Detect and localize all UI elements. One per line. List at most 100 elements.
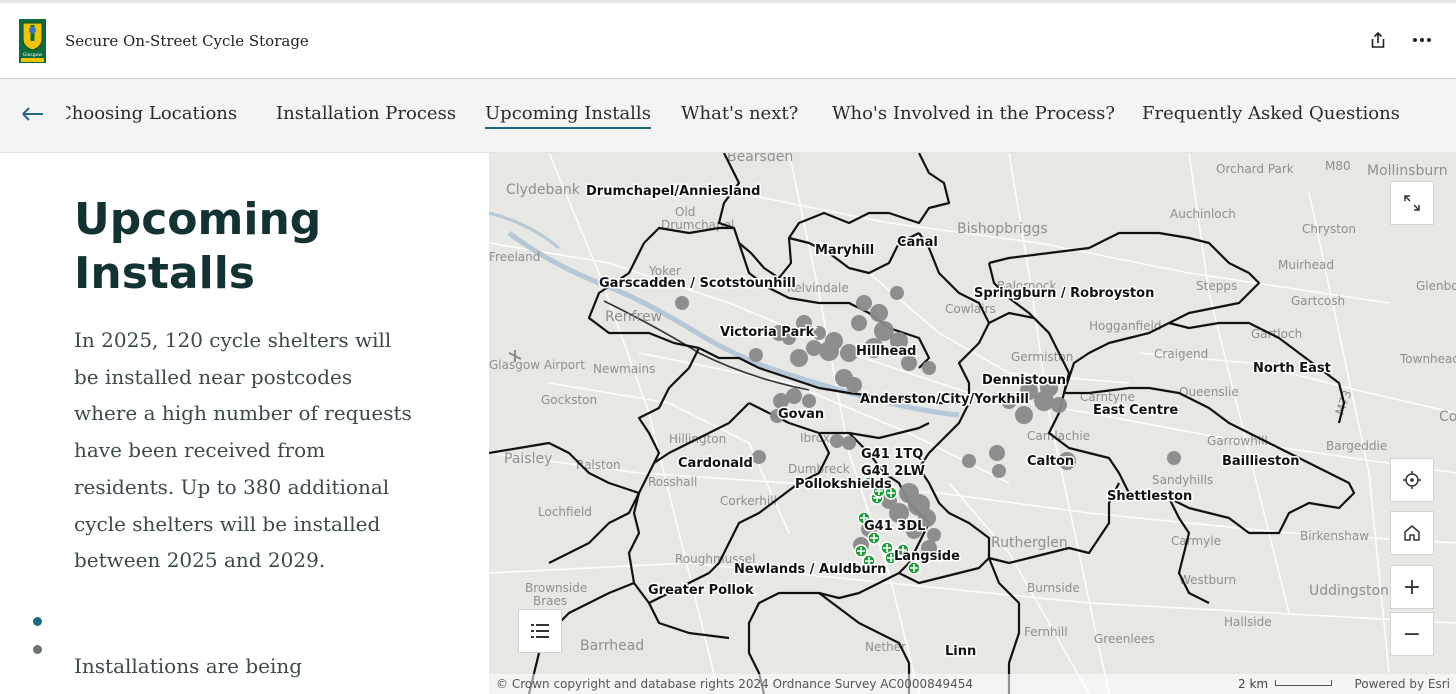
svg-text:Renfrew: Renfrew xyxy=(605,309,662,325)
ward-label-victoria-park: Victoria Park xyxy=(720,325,815,340)
svg-text:Bishopbriggs: Bishopbriggs xyxy=(957,221,1048,237)
share-icon xyxy=(1371,31,1385,48)
section-paragraph: In 2025, 120 cycle shelters will be inst… xyxy=(74,328,412,573)
nav-back-button[interactable] xyxy=(20,103,46,125)
svg-text:Hallside: Hallside xyxy=(1224,615,1272,629)
svg-text:Gockston: Gockston xyxy=(541,393,597,407)
ward-label-hillhead: Hillhead xyxy=(856,344,916,359)
svg-text:Brownside: Brownside xyxy=(525,581,587,595)
svg-text:Sandyhills: Sandyhills xyxy=(1152,473,1213,487)
svg-text:Gartloch: Gartloch xyxy=(1251,327,1302,341)
ward-label-linn: Linn xyxy=(945,644,976,659)
ward-label-langside: Langside xyxy=(894,549,960,564)
ward-label-drumchapel: Drumchapel/Anniesland xyxy=(586,184,760,199)
svg-text:Newmains: Newmains xyxy=(593,362,655,376)
svg-text:Old: Old xyxy=(675,205,695,219)
map-attribution-bar: © Crown copyright and database rights 20… xyxy=(489,674,1456,694)
ward-label-dennistoun: Dennistoun xyxy=(982,373,1066,388)
svg-text:Glenboig: Glenboig xyxy=(1416,279,1456,293)
svg-text:Glasgow: Glasgow xyxy=(23,52,42,58)
postcode-label-g41-3dl: G41 3DL xyxy=(864,519,925,534)
svg-text:Fernhill: Fernhill xyxy=(1024,625,1068,639)
svg-text:M80: M80 xyxy=(1325,159,1351,173)
ward-label-anderston: Anderston/City/Yorkhill xyxy=(860,392,1029,407)
heading-line-2: Installs xyxy=(74,248,255,299)
svg-text:Barrhead: Barrhead xyxy=(580,638,644,654)
svg-text:Glasgow Airport: Glasgow Airport xyxy=(489,358,585,372)
svg-text:Ralston: Ralston xyxy=(576,458,621,472)
expand-icon xyxy=(1404,195,1420,211)
ward-label-north-east: North East xyxy=(1253,361,1331,376)
svg-text:Auchinloch: Auchinloch xyxy=(1170,207,1236,221)
section-paragraph-next: Installations are being xyxy=(74,654,303,678)
svg-text:Carmyle: Carmyle xyxy=(1171,534,1221,548)
ward-label-canal: Canal xyxy=(897,235,938,250)
svg-text:Rutherglen: Rutherglen xyxy=(991,535,1068,551)
ward-label-shettleston: Shettleston xyxy=(1107,489,1192,504)
legend-button[interactable] xyxy=(518,609,562,653)
locate-button[interactable] xyxy=(1390,458,1434,502)
ward-label-pollokshields: Pollokshields xyxy=(795,477,892,492)
section-heading: Upcoming Installs xyxy=(74,193,321,301)
install-point xyxy=(854,544,868,558)
tab-installation-process[interactable]: Installation Process xyxy=(276,103,456,124)
map-attribution: © Crown copyright and database rights 20… xyxy=(496,677,973,691)
postcode-label-g41-1tq: G41 1TQ xyxy=(861,447,923,462)
zoom-out-button[interactable]: − xyxy=(1390,612,1434,656)
ward-label-cardonald: Cardonald xyxy=(678,456,753,471)
svg-text:Coat: Coat xyxy=(1439,409,1456,425)
section-nav: Choosing Locations Installation Process … xyxy=(0,79,1456,153)
svg-text:Paisley: Paisley xyxy=(504,451,552,467)
ward-label-greater-pollok: Greater Pollok xyxy=(648,583,754,598)
heading-line-1: Upcoming xyxy=(74,194,322,245)
svg-text:Bargeddie: Bargeddie xyxy=(1326,439,1387,453)
powered-by-esri[interactable]: Powered by Esri xyxy=(1355,677,1450,691)
share-button[interactable] xyxy=(1365,27,1391,53)
svg-text:Muirhead: Muirhead xyxy=(1278,258,1334,272)
tab-whats-next[interactable]: What's next? xyxy=(681,103,798,124)
svg-text:Craigend: Craigend xyxy=(1154,347,1208,361)
svg-text:Freeland: Freeland xyxy=(489,250,540,264)
svg-text:Garrowhill: Garrowhill xyxy=(1207,434,1268,448)
logo[interactable]: Glasgow xyxy=(19,19,46,63)
svg-text:Mollinsburn: Mollinsburn xyxy=(1367,163,1448,179)
locate-icon xyxy=(1403,471,1421,489)
ward-label-newlands: Newlands / Auldburn xyxy=(734,562,886,577)
ward-label-calton: Calton xyxy=(1027,454,1074,469)
svg-text:Kelvindale: Kelvindale xyxy=(787,281,849,295)
app-header: Glasgow Secure On-Street Cycle Storage xyxy=(0,3,1456,79)
svg-text:Chryston: Chryston xyxy=(1302,222,1356,236)
ward-label-maryhill: Maryhill xyxy=(815,243,874,258)
expand-map-button[interactable] xyxy=(1390,181,1434,225)
progress-dot-active[interactable] xyxy=(33,617,42,626)
glasgow-crest-icon: Glasgow xyxy=(19,19,46,63)
ward-map[interactable]: Bearsden Clydebank Mollinsburn Orchard P… xyxy=(489,153,1456,694)
more-options-icon xyxy=(1413,38,1431,42)
ward-label-baillieston: Baillieston xyxy=(1222,454,1299,469)
svg-text:Gartcosh: Gartcosh xyxy=(1291,294,1345,308)
home-extent-button[interactable] xyxy=(1390,511,1434,555)
svg-text:Cowlairs: Cowlairs xyxy=(945,302,996,316)
progress-dot[interactable] xyxy=(33,645,42,654)
app-title: Secure On-Street Cycle Storage xyxy=(65,32,309,50)
svg-text:Westburn: Westburn xyxy=(1179,573,1236,587)
tab-choosing-locations[interactable]: Choosing Locations xyxy=(66,103,239,124)
zoom-in-button[interactable]: + xyxy=(1390,565,1434,609)
ward-label-springburn: Springburn / Robroyston xyxy=(974,286,1154,301)
tab-faq[interactable]: Frequently Asked Questions xyxy=(1142,103,1400,124)
scale-bar xyxy=(1275,680,1332,686)
svg-text:Rosshall: Rosshall xyxy=(648,475,697,489)
more-options-button[interactable] xyxy=(1409,27,1435,53)
tab-upcoming-installs[interactable]: Upcoming Installs xyxy=(485,103,651,129)
tab-whos-involved[interactable]: Who's Involved in the Process? xyxy=(832,103,1115,124)
svg-text:Orchard Park: Orchard Park xyxy=(1216,162,1294,176)
svg-text:Uddingston: Uddingston xyxy=(1309,583,1389,599)
map-canvas[interactable]: Bearsden Clydebank Mollinsburn Orchard P… xyxy=(489,153,1456,694)
home-icon xyxy=(1404,525,1420,541)
postcode-label-g41-2lw: G41 2LW xyxy=(861,464,925,479)
narrative-panel: Upcoming Installs In 2025, 120 cycle she… xyxy=(0,153,489,694)
svg-text:Greenlees: Greenlees xyxy=(1094,632,1155,646)
ward-label-east-centre: East Centre xyxy=(1093,403,1178,418)
svg-text:Burnside: Burnside xyxy=(1027,581,1080,595)
arrow-left-icon xyxy=(22,107,43,121)
